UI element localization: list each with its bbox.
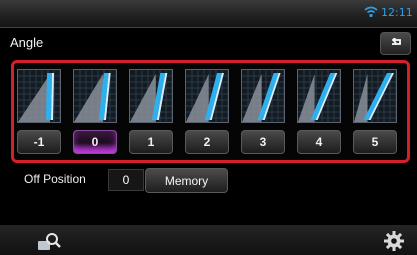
memory-button[interactable]: Memory [145,168,228,193]
angle-diagram-icon [74,70,116,122]
angle-diagram-icon [130,70,172,122]
angle-preview-tile[interactable] [129,69,173,123]
status-bar: 12:11 [0,0,417,28]
angle-option-button[interactable]: 0 [73,130,117,154]
angle-preview-tile[interactable] [73,69,117,123]
angle-preview-tile[interactable] [241,69,285,123]
angle-diagram-icon [18,70,60,122]
clock: 12:11 [381,6,413,19]
angle-option-button[interactable]: 1 [129,130,173,154]
angle-diagram-icon [298,70,340,122]
off-position-value: 0 [108,169,144,191]
page-title: Angle [10,35,44,50]
wifi-icon [364,6,378,18]
angle-option-button[interactable]: 2 [185,130,229,154]
angle-preview-tile[interactable] [297,69,341,123]
angle-diagram-icon [186,70,228,122]
back-button[interactable] [380,32,411,55]
angle-option-button[interactable]: -1 [17,130,61,154]
angle-preview-tile[interactable] [17,69,61,123]
angle-option-button[interactable]: 4 [297,130,341,154]
search-icon[interactable] [36,231,62,253]
angle-option-button[interactable]: 3 [241,130,285,154]
angle-preview-tile[interactable] [353,69,397,123]
angle-option-button[interactable]: 5 [353,130,397,154]
angle-diagram-icon [242,70,284,122]
off-position-label: Off Position [24,172,86,186]
bottom-bar [0,225,417,255]
back-arrow-icon [391,37,401,45]
gear-icon[interactable] [383,230,405,252]
angle-preview-tile[interactable] [185,69,229,123]
angle-diagram-icon [354,70,396,122]
